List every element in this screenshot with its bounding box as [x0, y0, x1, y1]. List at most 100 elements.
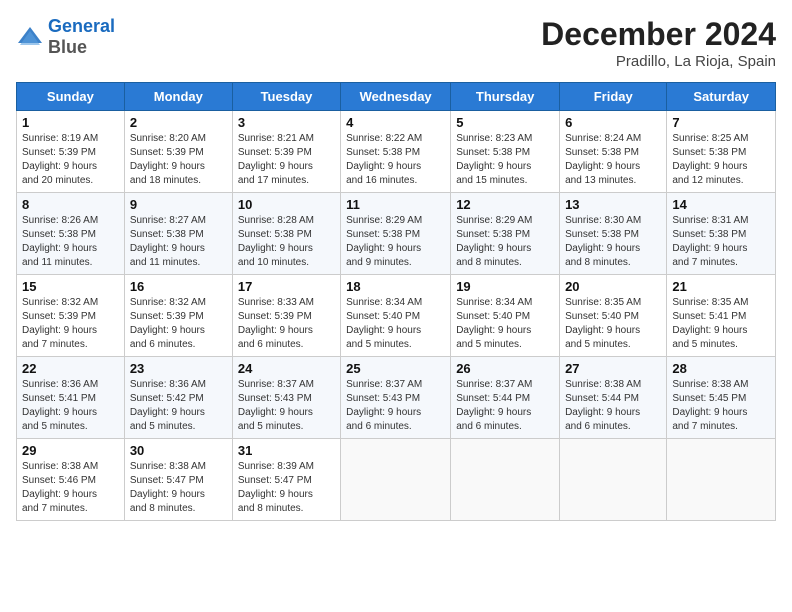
- day-number: 28: [672, 361, 770, 376]
- calendar-week-row: 15 Sunrise: 8:32 AM Sunset: 5:39 PM Dayli…: [17, 275, 776, 357]
- day-number: 30: [130, 443, 227, 458]
- calendar-cell: 23Sunrise: 8:36 AM Sunset: 5:42 PM Dayli…: [124, 357, 232, 439]
- day-info: Sunrise: 8:38 AM Sunset: 5:46 PM Dayligh…: [22, 460, 119, 516]
- day-number: 25: [346, 361, 445, 376]
- day-info: Sunrise: 8:26 AM Sunset: 5:38 PM Dayligh…: [22, 214, 119, 270]
- calendar-cell: 17 Sunrise: 8:33 AM Sunset: 5:39 PM Dayli…: [232, 275, 340, 357]
- day-info: Sunrise: 8:35 AM Sunset: 5:40 PM Dayligh…: [565, 296, 661, 352]
- day-info: Sunrise: 8:20 AM Sunset: 5:39 PM Dayligh…: [130, 132, 227, 188]
- day-info: Sunrise: 8:34 AM Sunset: 5:40 PM Dayligh…: [456, 296, 554, 352]
- day-info: Sunrise: 8:31 AM Sunset: 5:38 PM Dayligh…: [672, 214, 770, 270]
- day-number: 23: [130, 361, 227, 376]
- calendar-cell: 26 Sunrise: 8:37 AM Sunset: 5:44 PM Dayli…: [451, 357, 560, 439]
- calendar-cell: 14 Sunrise: 8:31 AM Sunset: 5:38 PM Dayli…: [667, 193, 776, 275]
- day-number: 2: [130, 115, 227, 130]
- day-of-week-header: Thursday: [451, 83, 560, 111]
- logo-text: General Blue: [48, 16, 115, 58]
- calendar-cell: 22Sunrise: 8:36 AM Sunset: 5:41 PM Dayli…: [17, 357, 125, 439]
- day-number: 26: [456, 361, 554, 376]
- calendar-cell: 1Sunrise: 8:19 AM Sunset: 5:39 PM Daylig…: [17, 111, 125, 193]
- day-number: 27: [565, 361, 661, 376]
- day-info: Sunrise: 8:29 AM Sunset: 5:38 PM Dayligh…: [456, 214, 554, 270]
- day-number: 17: [238, 279, 335, 294]
- day-number: 8: [22, 197, 119, 212]
- calendar-cell: 12 Sunrise: 8:29 AM Sunset: 5:38 PM Dayli…: [451, 193, 560, 275]
- calendar-cell: 28 Sunrise: 8:38 AM Sunset: 5:45 PM Dayli…: [667, 357, 776, 439]
- day-number: 14: [672, 197, 770, 212]
- calendar-cell: 24 Sunrise: 8:37 AM Sunset: 5:43 PM Dayli…: [232, 357, 340, 439]
- day-info: Sunrise: 8:29 AM Sunset: 5:38 PM Dayligh…: [346, 214, 445, 270]
- day-info: Sunrise: 8:39 AM Sunset: 5:47 PM Dayligh…: [238, 460, 335, 516]
- calendar-cell: 9 Sunrise: 8:27 AM Sunset: 5:38 PM Daylig…: [124, 193, 232, 275]
- calendar-header-row: SundayMondayTuesdayWednesdayThursdayFrid…: [17, 83, 776, 111]
- day-info: Sunrise: 8:37 AM Sunset: 5:43 PM Dayligh…: [346, 378, 445, 434]
- day-of-week-header: Monday: [124, 83, 232, 111]
- day-number: 13: [565, 197, 661, 212]
- day-info: Sunrise: 8:28 AM Sunset: 5:38 PM Dayligh…: [238, 214, 335, 270]
- day-info: Sunrise: 8:37 AM Sunset: 5:43 PM Dayligh…: [238, 378, 335, 434]
- calendar-cell: 30 Sunrise: 8:38 AM Sunset: 5:47 PM Dayli…: [124, 439, 232, 521]
- day-number: 9: [130, 197, 227, 212]
- calendar-cell: 6 Sunrise: 8:24 AM Sunset: 5:38 PM Daylig…: [560, 111, 667, 193]
- calendar-body: 1Sunrise: 8:19 AM Sunset: 5:39 PM Daylig…: [17, 111, 776, 521]
- location: Pradillo, La Rioja, Spain: [541, 53, 776, 70]
- day-info: Sunrise: 8:33 AM Sunset: 5:39 PM Dayligh…: [238, 296, 335, 352]
- calendar-cell: 4 Sunrise: 8:22 AM Sunset: 5:38 PM Daylig…: [341, 111, 451, 193]
- calendar-cell: 10 Sunrise: 8:28 AM Sunset: 5:38 PM Dayli…: [232, 193, 340, 275]
- day-info: Sunrise: 8:38 AM Sunset: 5:44 PM Dayligh…: [565, 378, 661, 434]
- calendar-cell: 7Sunrise: 8:25 AM Sunset: 5:38 PM Daylig…: [667, 111, 776, 193]
- calendar-week-row: 29 Sunrise: 8:38 AM Sunset: 5:46 PM Dayli…: [17, 439, 776, 521]
- day-info: Sunrise: 8:38 AM Sunset: 5:45 PM Dayligh…: [672, 378, 770, 434]
- calendar-cell: 16Sunrise: 8:32 AM Sunset: 5:39 PM Dayli…: [124, 275, 232, 357]
- logo: General Blue: [16, 16, 115, 58]
- calendar-cell: 21Sunrise: 8:35 AM Sunset: 5:41 PM Dayli…: [667, 275, 776, 357]
- calendar-week-row: 8 Sunrise: 8:26 AM Sunset: 5:38 PM Daylig…: [17, 193, 776, 275]
- calendar-cell: 20 Sunrise: 8:35 AM Sunset: 5:40 PM Dayli…: [560, 275, 667, 357]
- day-number: 5: [456, 115, 554, 130]
- calendar-cell: [560, 439, 667, 521]
- day-info: Sunrise: 8:21 AM Sunset: 5:39 PM Dayligh…: [238, 132, 335, 188]
- logo-icon: [16, 23, 44, 51]
- day-number: 24: [238, 361, 335, 376]
- day-number: 11: [346, 197, 445, 212]
- title-block: December 2024 Pradillo, La Rioja, Spain: [541, 16, 776, 70]
- day-info: Sunrise: 8:19 AM Sunset: 5:39 PM Dayligh…: [22, 132, 119, 188]
- day-number: 4: [346, 115, 445, 130]
- calendar-week-row: 22Sunrise: 8:36 AM Sunset: 5:41 PM Dayli…: [17, 357, 776, 439]
- day-info: Sunrise: 8:32 AM Sunset: 5:39 PM Dayligh…: [22, 296, 119, 352]
- day-number: 6: [565, 115, 661, 130]
- day-info: Sunrise: 8:27 AM Sunset: 5:38 PM Dayligh…: [130, 214, 227, 270]
- calendar-cell: 3Sunrise: 8:21 AM Sunset: 5:39 PM Daylig…: [232, 111, 340, 193]
- calendar-cell: [451, 439, 560, 521]
- calendar-cell: 25 Sunrise: 8:37 AM Sunset: 5:43 PM Dayli…: [341, 357, 451, 439]
- day-of-week-header: Saturday: [667, 83, 776, 111]
- day-number: 29: [22, 443, 119, 458]
- page-header: General Blue December 2024 Pradillo, La …: [16, 16, 776, 70]
- day-info: Sunrise: 8:37 AM Sunset: 5:44 PM Dayligh…: [456, 378, 554, 434]
- day-info: Sunrise: 8:32 AM Sunset: 5:39 PM Dayligh…: [130, 296, 227, 352]
- day-of-week-header: Friday: [560, 83, 667, 111]
- calendar-cell: [667, 439, 776, 521]
- day-number: 15: [22, 279, 119, 294]
- calendar-cell: 27 Sunrise: 8:38 AM Sunset: 5:44 PM Dayli…: [560, 357, 667, 439]
- day-info: Sunrise: 8:22 AM Sunset: 5:38 PM Dayligh…: [346, 132, 445, 188]
- calendar-cell: [341, 439, 451, 521]
- day-number: 18: [346, 279, 445, 294]
- calendar-cell: 2 Sunrise: 8:20 AM Sunset: 5:39 PM Daylig…: [124, 111, 232, 193]
- calendar-cell: 19Sunrise: 8:34 AM Sunset: 5:40 PM Dayli…: [451, 275, 560, 357]
- day-info: Sunrise: 8:35 AM Sunset: 5:41 PM Dayligh…: [672, 296, 770, 352]
- day-number: 20: [565, 279, 661, 294]
- calendar-cell: 13Sunrise: 8:30 AM Sunset: 5:38 PM Dayli…: [560, 193, 667, 275]
- calendar-cell: 29 Sunrise: 8:38 AM Sunset: 5:46 PM Dayli…: [17, 439, 125, 521]
- day-of-week-header: Tuesday: [232, 83, 340, 111]
- day-info: Sunrise: 8:38 AM Sunset: 5:47 PM Dayligh…: [130, 460, 227, 516]
- day-info: Sunrise: 8:34 AM Sunset: 5:40 PM Dayligh…: [346, 296, 445, 352]
- calendar-cell: 31Sunrise: 8:39 AM Sunset: 5:47 PM Dayli…: [232, 439, 340, 521]
- day-number: 10: [238, 197, 335, 212]
- day-number: 12: [456, 197, 554, 212]
- calendar-cell: 15 Sunrise: 8:32 AM Sunset: 5:39 PM Dayli…: [17, 275, 125, 357]
- day-number: 7: [672, 115, 770, 130]
- day-info: Sunrise: 8:24 AM Sunset: 5:38 PM Dayligh…: [565, 132, 661, 188]
- calendar-week-row: 1Sunrise: 8:19 AM Sunset: 5:39 PM Daylig…: [17, 111, 776, 193]
- day-of-week-header: Sunday: [17, 83, 125, 111]
